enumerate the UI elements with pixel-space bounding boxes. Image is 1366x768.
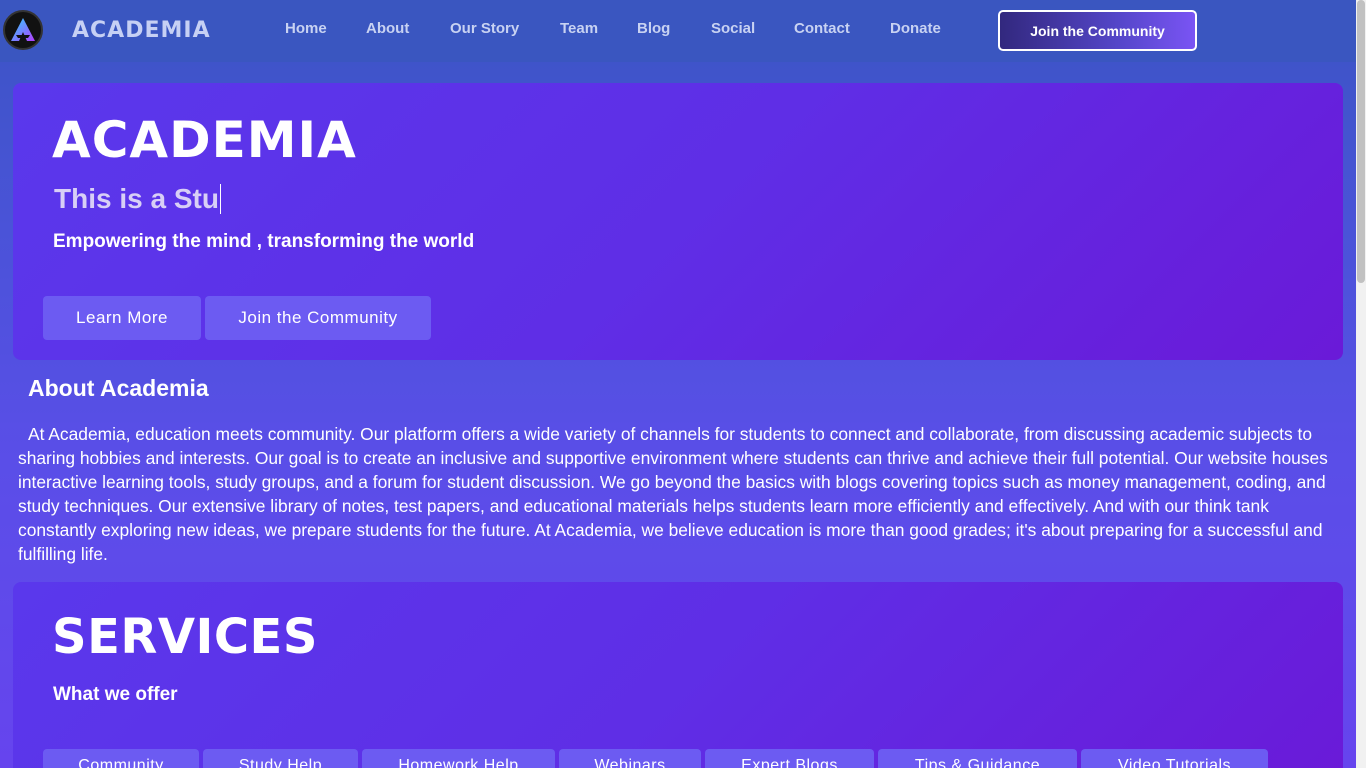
nav-link-team[interactable]: Team — [560, 20, 598, 37]
nav-link-contact[interactable]: Contact — [794, 20, 850, 37]
scrollbar-thumb[interactable] — [1357, 0, 1365, 283]
nav-link-blog[interactable]: Blog — [637, 20, 670, 37]
join-community-hero-button[interactable]: Join the Community — [205, 296, 431, 340]
service-button-homework-help[interactable]: Homework Help — [362, 749, 555, 768]
services-section: SERVICES What we offer Community Study H… — [13, 582, 1343, 768]
learn-more-button[interactable]: Learn More — [43, 296, 201, 340]
services-subtitle: What we offer — [53, 684, 178, 705]
service-button-tips-guidance[interactable]: Tips & Guidance — [878, 749, 1077, 768]
service-button-expert-blogs[interactable]: Expert Blogs — [705, 749, 874, 768]
nav-link-donate[interactable]: Donate — [890, 20, 941, 37]
service-button-video-tutorials[interactable]: Video Tutorials — [1081, 749, 1268, 768]
nav-link-home[interactable]: Home — [285, 20, 327, 37]
service-button-webinars[interactable]: Webinars — [559, 749, 701, 768]
hero-section: ACADEMIA This is a Stu Empowering the mi… — [13, 83, 1343, 360]
nav-link-about[interactable]: About — [366, 20, 409, 37]
nav-link-our-story[interactable]: Our Story — [450, 20, 519, 37]
hero-logo: ACADEMIA — [52, 111, 357, 169]
services-title: SERVICES — [52, 609, 318, 665]
navbar: ACADEMIA Home About Our Story Team Blog … — [0, 0, 1356, 62]
about-title: About Academia — [28, 375, 209, 401]
about-text: At Academia, education meets community. … — [18, 424, 1328, 564]
nav-link-social[interactable]: Social — [711, 20, 755, 37]
hero-tagline: Empowering the mind , transforming the w… — [53, 231, 475, 252]
hero-typing-text: This is a Stu — [54, 183, 221, 214]
service-button-community[interactable]: Community — [43, 749, 199, 768]
join-community-nav-button[interactable]: Join the Community — [998, 10, 1197, 51]
service-button-study-help[interactable]: Study Help — [203, 749, 358, 768]
